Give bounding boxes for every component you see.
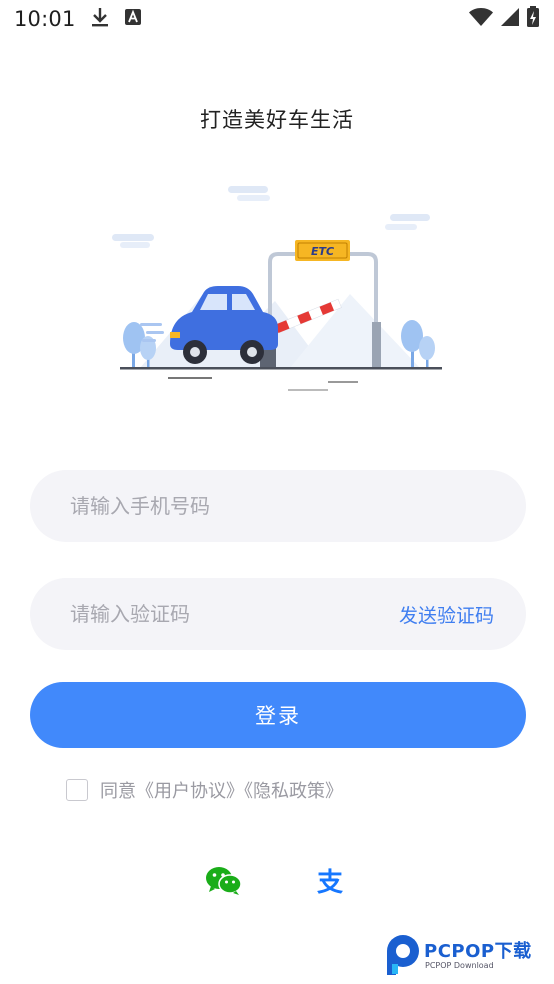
etc-car-illustration: ETC	[112, 186, 442, 391]
battery-icon	[526, 6, 540, 32]
phone-input[interactable]	[68, 493, 494, 519]
agreement-checkbox[interactable]	[66, 779, 88, 801]
download-icon	[90, 6, 110, 32]
agreement-row: 同意《用户协议》《隐私政策》	[66, 777, 343, 803]
verification-code-input[interactable]	[68, 601, 372, 627]
signal-icon	[500, 7, 520, 31]
status-time: 10:01	[14, 7, 76, 31]
etc-sign-text: ETC	[311, 245, 334, 258]
send-code-button[interactable]: 发送验证码	[399, 601, 494, 628]
wifi-icon	[468, 7, 494, 31]
code-field-container: 发送验证码	[30, 578, 526, 650]
watermark-sub: PCPOP Download	[425, 961, 494, 970]
pcpop-logo-icon	[387, 935, 419, 975]
a-icon	[124, 8, 142, 30]
alipay-glyph: 支	[317, 868, 343, 896]
status-bar: 10:01	[0, 0, 554, 38]
pcpop-watermark: PCPOP下载 PCPOP Download	[384, 934, 554, 978]
alipay-icon[interactable]: 支	[310, 866, 350, 900]
page-tagline: 打造美好车生活	[200, 108, 354, 132]
login-button[interactable]: 登录	[30, 682, 526, 748]
agreement-text[interactable]: 同意《用户协议》《隐私政策》	[100, 777, 343, 803]
wechat-icon[interactable]	[205, 866, 243, 900]
social-login-row: 支	[0, 862, 554, 906]
watermark-name: PCPOP下载	[424, 941, 532, 962]
phone-field-container	[30, 470, 526, 542]
